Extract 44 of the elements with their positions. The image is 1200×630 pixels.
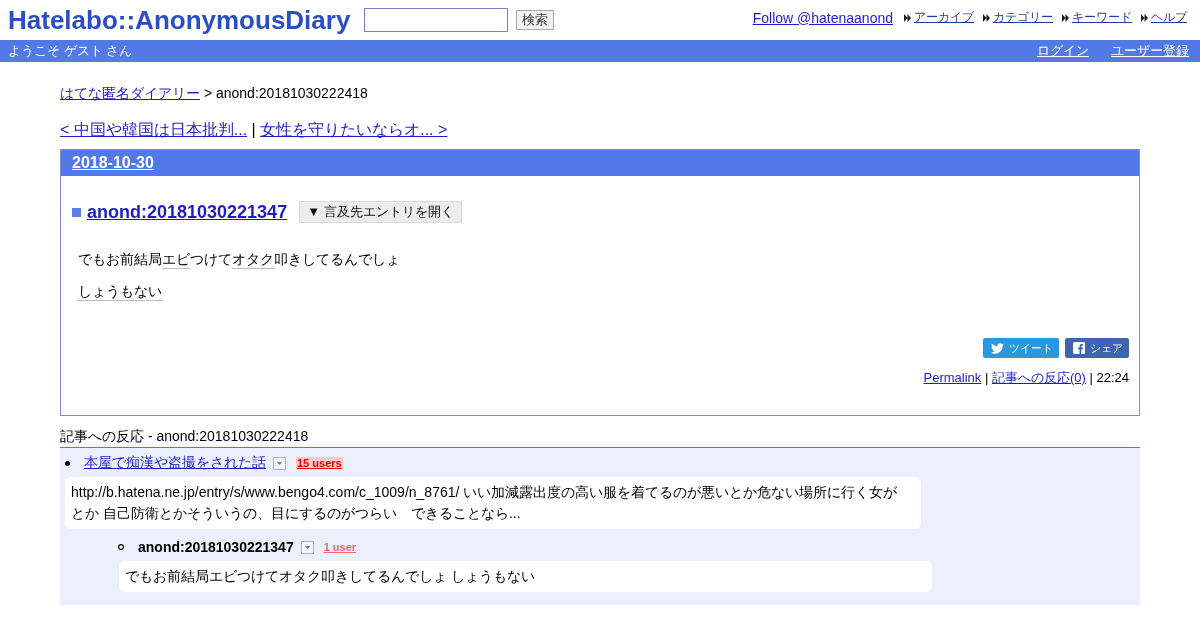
- share-button[interactable]: シェア: [1065, 338, 1129, 358]
- welcome-text: ようこそ ゲスト さん: [8, 42, 133, 60]
- search-field[interactable]: [364, 8, 509, 32]
- breadcrumb-link[interactable]: はてな匿名ダイアリー: [60, 85, 200, 101]
- dropdown-icon[interactable]: [300, 540, 314, 554]
- nav-link[interactable]: アーカイブ: [914, 9, 974, 26]
- search-button[interactable]: 検索: [516, 10, 555, 30]
- nav-link[interactable]: キーワード: [1072, 9, 1132, 26]
- chevron-icon: [983, 13, 990, 22]
- nav-link[interactable]: ヘルプ: [1151, 9, 1187, 26]
- bird-icon: [991, 342, 1004, 354]
- bullet-icon: [65, 460, 70, 466]
- reaction-title-link[interactable]: 本屋で痴漢や盗撮をされた話: [84, 454, 266, 472]
- breadcrumb-current: > anond:20181030222418: [203, 85, 368, 101]
- reaction-excerpt: でもお前結局エビつけてオタク叩きしてるんでしょ しょうもない: [119, 561, 932, 592]
- follow-link[interactable]: Follow @hatenaanond: [752, 9, 893, 26]
- nav-link[interactable]: カテゴリー: [993, 9, 1053, 26]
- post-time: 22:24: [1096, 370, 1129, 385]
- separator: |: [984, 370, 989, 385]
- reaction-excerpt: http://b.hatena.ne.jp/entry/s/www.bengo4.com/c_1009/n_8761/ いい加減露出度の高い服を着てるのが悪いとか危ない場所に行く女がとか 自己防衛とかそういうの、目にするのがつらい できることなら...: [65, 477, 921, 529]
- separator: |: [251, 121, 256, 138]
- keyword-link[interactable]: エビ: [162, 251, 190, 269]
- expand-references-button[interactable]: ▼ 言及先エントリを開く: [299, 201, 462, 223]
- pager-link[interactable]: < 中国や韓国は日本批判...: [60, 121, 248, 138]
- keyword-link[interactable]: オタク: [232, 251, 274, 269]
- entry-title-link[interactable]: anond:20181030221347: [87, 201, 288, 223]
- pager-link[interactable]: 女性を守りたいならオ... >: [260, 121, 448, 138]
- footer-link[interactable]: 記事への反応(0): [991, 370, 1086, 385]
- chevron-icon: [904, 13, 911, 22]
- square-icon[interactable]: [72, 207, 81, 217]
- account-link[interactable]: ログイン: [1037, 42, 1089, 60]
- separator: |: [1089, 370, 1093, 385]
- date-link[interactable]: 2018-10-30: [72, 154, 154, 172]
- entry-paragraph: でもお前結局エビつけて オタク 叩きしてるんでしょ: [77, 251, 401, 271]
- site-logo[interactable]: Hatelabo::AnonymousDiary: [8, 5, 351, 35]
- ring-bullet-icon: [118, 544, 124, 550]
- chevron-icon: [1141, 13, 1148, 22]
- facebook-icon: [1073, 342, 1085, 354]
- dropdown-icon[interactable]: [273, 456, 286, 470]
- keyword-link[interactable]: しょうもない: [78, 283, 162, 301]
- account-link[interactable]: ユーザー登録: [1111, 42, 1189, 60]
- reaction-title: anond:20181030221347: [138, 539, 294, 555]
- chevron-icon: [1062, 13, 1069, 22]
- footer-link[interactable]: Permalink: [923, 370, 982, 385]
